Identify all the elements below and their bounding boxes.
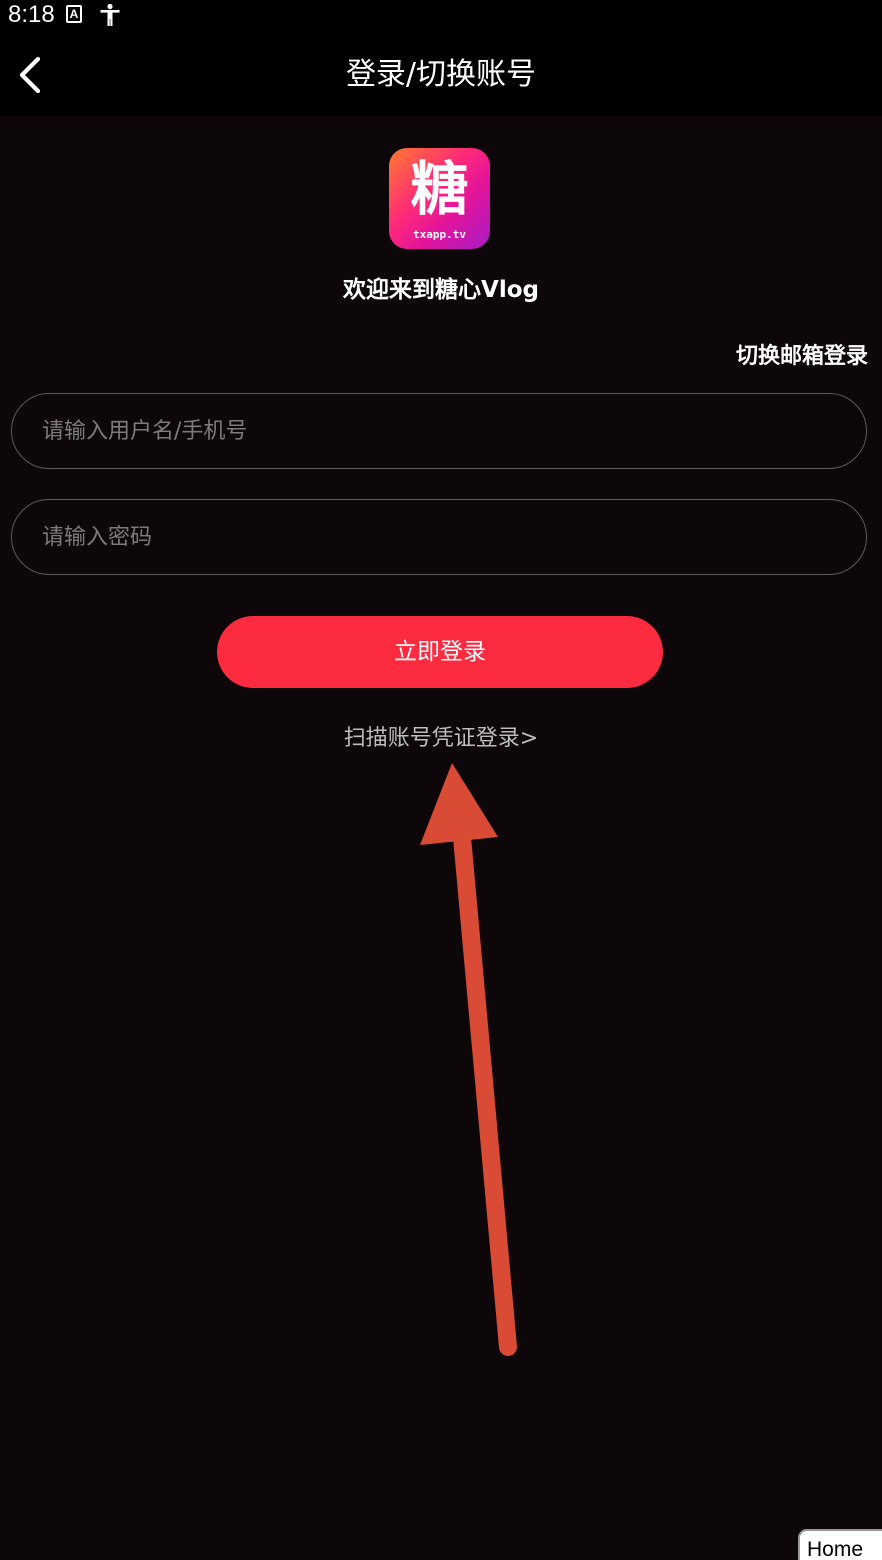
username-field [11, 393, 867, 469]
page-title: 登录/切换账号 [345, 57, 537, 92]
login-button[interactable]: 立即登录 [217, 616, 663, 688]
welcome-text: 欢迎来到糖心Vlog [343, 277, 539, 303]
back-button[interactable] [10, 50, 54, 100]
logo-subtext: txapp.tv [413, 228, 466, 241]
text-badge-icon: A [66, 5, 82, 23]
logo-glyph: 糖 [410, 155, 469, 223]
arrow-annotation [420, 763, 517, 1356]
login-screen: 8:18 A 登录/切换账号 糖 txapp.tv 欢迎来到糖心Vlog 切换邮… [0, 0, 882, 1560]
switch-email-login-link[interactable]: 切换邮箱登录 [736, 340, 868, 374]
app-header: 登录/切换账号 [0, 34, 882, 116]
scan-login-link[interactable]: 扫描账号凭证登录> [0, 722, 882, 756]
status-time: 8:18 [8, 1, 55, 28]
home-button[interactable]: Home [798, 1529, 882, 1560]
username-input[interactable] [40, 394, 834, 469]
password-field [11, 499, 867, 575]
status-bar: 8:18 A [0, 0, 882, 34]
password-input[interactable] [40, 500, 834, 575]
app-logo: 糖 txapp.tv [389, 148, 490, 249]
accessibility-icon [100, 3, 120, 26]
chevron-left-icon [19, 56, 41, 94]
